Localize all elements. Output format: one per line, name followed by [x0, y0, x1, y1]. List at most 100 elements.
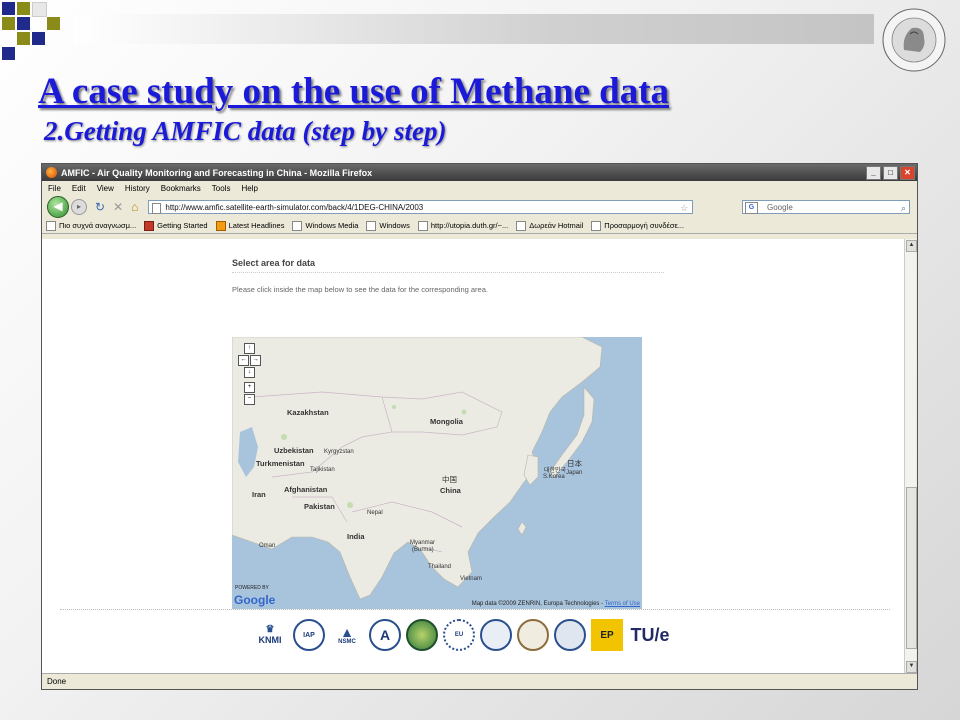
seal-logo-1[interactable]	[480, 619, 512, 651]
knmi-logo[interactable]: ♛ KNMI	[252, 619, 288, 651]
scroll-thumb[interactable]	[906, 487, 917, 649]
menu-file[interactable]: File	[48, 184, 61, 193]
maximize-button[interactable]: □	[883, 166, 898, 180]
triangle-icon: ▲	[340, 624, 354, 640]
page-icon	[417, 221, 428, 231]
map-copyright: Map data ©2009 ZENRIN, Europa Technologi…	[471, 601, 640, 607]
bookmark-item[interactable]: Windows	[366, 221, 410, 231]
getting-started-icon	[144, 221, 155, 231]
pan-left-button[interactable]: ←	[238, 355, 249, 366]
a-logo[interactable]: A	[369, 619, 401, 651]
map-label-mongolia: Mongolia	[430, 417, 463, 426]
corner-decoration	[0, 0, 74, 62]
navigation-toolbar: ◀ ▸ ↻ ✕ ⌂ http://www.amfic.satellite-ear…	[42, 195, 917, 219]
pan-right-button[interactable]: →	[250, 355, 261, 366]
tue-logo[interactable]: TU/e	[628, 619, 672, 651]
map-label-s-korea: S.Korea	[543, 474, 565, 480]
menu-history[interactable]: History	[125, 184, 150, 193]
map-label-oman: Oman	[259, 543, 276, 549]
address-bar[interactable]: http://www.amfic.satellite-earth-simulat…	[148, 200, 694, 215]
bookmark-item[interactable]: http://utopia.duth.gr/~...	[417, 221, 508, 231]
bookmark-item[interactable]: Latest Headlines	[215, 221, 284, 231]
map-label-vietnam: Vietnam	[460, 576, 482, 582]
menu-tools[interactable]: Tools	[212, 184, 231, 193]
tri-logo[interactable]	[554, 619, 586, 651]
page-icon	[591, 221, 602, 231]
bookmarks-toolbar: Πιο συχνά αναγνωσμ... Getting Started La…	[42, 219, 917, 234]
map-label-burma: (Burma)	[412, 547, 434, 553]
map-label-china: China	[440, 486, 461, 495]
map-label-pakistan: Pakistan	[304, 502, 335, 511]
bookmark-star-icon[interactable]: ☆	[680, 201, 688, 215]
map-label-thailand: Thailand	[428, 564, 452, 570]
map-label-korea-native: 대한민국	[544, 468, 567, 474]
bookmark-item[interactable]: Windows Media	[292, 221, 358, 231]
ep-logo[interactable]: EP	[591, 619, 623, 651]
home-icon[interactable]: ⌂	[131, 200, 138, 214]
close-button[interactable]: ✕	[900, 166, 915, 180]
stop-icon[interactable]: ✕	[113, 200, 123, 214]
iap-logo[interactable]: IAP	[293, 619, 325, 651]
window-titlebar: AMFIC - Air Quality Monitoring and Forec…	[42, 164, 917, 181]
map-label-kyrgyzstan: Kyrgyzstan	[324, 449, 354, 455]
menu-help[interactable]: Help	[241, 184, 257, 193]
bookmark-item[interactable]: Προσαρμογή συνδέσε...	[591, 221, 684, 231]
university-seal-logo	[880, 6, 948, 74]
zoom-in-button[interactable]: +	[244, 382, 255, 393]
globe-logo[interactable]	[406, 619, 438, 651]
bookmark-item[interactable]: Getting Started	[144, 221, 208, 231]
bookmark-item[interactable]: Δωρεάν Hotmail	[516, 221, 583, 231]
search-placeholder: Google	[767, 203, 793, 212]
rss-icon	[215, 221, 226, 231]
terms-of-use-link[interactable]: Terms of Use	[605, 601, 640, 607]
minimize-button[interactable]: _	[866, 166, 881, 180]
page-content: Select area for data Please click inside…	[42, 239, 906, 674]
zoom-out-button[interactable]: −	[244, 394, 255, 405]
map-label-india: India	[347, 532, 365, 541]
bookmark-icon	[46, 221, 56, 231]
slide-title: A case study on the use of Methane data	[38, 71, 670, 112]
map-label-tajikistan: Tajikistan	[310, 467, 335, 473]
partner-logos: ♛ KNMI IAP ▲ NSMC A EU EP TU/e	[252, 619, 672, 651]
slide-subtitle: 2.Getting AMFIC data (step by step)	[44, 116, 447, 146]
map-label-iran: Iran	[252, 490, 266, 499]
map-label-kazakhstan: Kazakhstan	[287, 408, 329, 417]
map-label-uzbekistan: Uzbekistan	[274, 446, 314, 455]
back-button[interactable]: ◀	[47, 196, 69, 218]
instruction-text: Please click inside the map below to see…	[232, 285, 488, 294]
bookmark-item[interactable]: Πιο συχνά αναγνωσμ...	[46, 221, 136, 231]
forward-button[interactable]: ▸	[71, 199, 87, 215]
url-text: http://www.amfic.satellite-earth-simulat…	[165, 203, 424, 212]
seal-logo-2[interactable]	[517, 619, 549, 651]
search-input[interactable]: G Google ⌕	[742, 200, 910, 214]
nsmc-logo[interactable]: ▲ NSMC	[330, 619, 364, 651]
section-divider	[232, 272, 664, 273]
menu-edit[interactable]: Edit	[72, 184, 86, 193]
google-logo[interactable]: Google	[234, 593, 275, 607]
pan-up-button[interactable]: ↑	[244, 343, 255, 354]
status-bar: Done	[42, 673, 917, 689]
eu-logo[interactable]: EU	[443, 619, 475, 651]
powered-by-text: POWERED BY	[235, 585, 269, 591]
browser-window: AMFIC - Air Quality Monitoring and Forec…	[41, 163, 918, 690]
reload-icon[interactable]: ↻	[95, 200, 105, 214]
page-icon	[292, 221, 303, 231]
pan-down-button[interactable]: ↓	[244, 367, 255, 378]
map-label-turkmenistan: Turkmenistan	[256, 459, 305, 468]
search-icon[interactable]: ⌕	[901, 201, 906, 215]
map-label-japan-native: 日本	[567, 459, 582, 468]
scroll-up-arrow[interactable]: ▲	[906, 240, 917, 252]
menu-view[interactable]: View	[97, 184, 114, 193]
section-title: Select area for data	[232, 258, 316, 268]
page-icon	[516, 221, 527, 231]
page-icon	[366, 221, 377, 231]
google-engine-icon[interactable]: G	[745, 202, 758, 214]
window-title: AMFIC - Air Quality Monitoring and Forec…	[61, 167, 373, 178]
google-map[interactable]: ↑ ← → ↓ + − Kazakhstan Mongolia Uzbekist…	[232, 337, 642, 609]
map-label-nepal: Nepal	[367, 510, 383, 516]
vertical-scrollbar[interactable]: ▲ ▼	[904, 239, 917, 674]
menu-bookmarks[interactable]: Bookmarks	[161, 184, 201, 193]
scroll-down-arrow[interactable]: ▼	[906, 661, 917, 673]
firefox-icon	[46, 167, 57, 178]
map-label-china-native: 中国	[442, 475, 457, 484]
